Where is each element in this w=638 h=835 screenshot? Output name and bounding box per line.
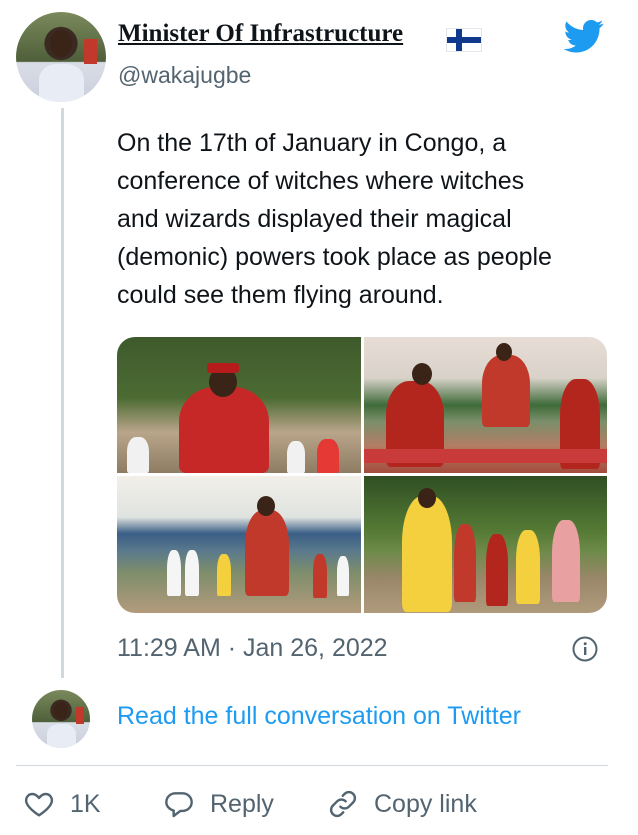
finland-flag-icon — [446, 28, 482, 52]
tweet-text-line: (demonic) powers took place as people — [117, 243, 552, 271]
read-full-conversation-link[interactable]: Read the full conversation on Twitter — [117, 702, 521, 731]
avatar-body — [46, 723, 76, 748]
twitter-bird-icon[interactable] — [560, 16, 608, 56]
copy-link-label: Copy link — [374, 789, 477, 818]
tweet-photo-1[interactable] — [117, 337, 361, 473]
author-name[interactable]: Minister Of Infrastructure — [118, 20, 403, 48]
author-avatar[interactable] — [16, 12, 106, 102]
divider — [16, 765, 608, 766]
tweet-text-line: conference of witches where witches — [117, 167, 525, 195]
avatar-accent — [84, 39, 97, 65]
reply-bubble-icon — [165, 792, 193, 818]
author-avatar-small[interactable] — [32, 690, 90, 748]
avatar-head — [50, 30, 72, 57]
tweet-photo-3[interactable] — [117, 476, 361, 613]
tweet-photo-2[interactable] — [364, 337, 607, 473]
tweet-text-line: and wizards displayed their magical — [117, 205, 512, 233]
link-icon — [329, 790, 357, 818]
reply-button[interactable]: Reply — [162, 786, 274, 822]
like-count: 1K — [70, 789, 101, 818]
tweet-text: On the 17th of January in Congo, a confe… — [117, 124, 617, 314]
media-grid — [117, 337, 607, 613]
reply-label: Reply — [210, 789, 274, 818]
like-button[interactable]: 1K — [22, 786, 101, 822]
tweet-text-line: On the 17th of January in Congo, a — [117, 129, 507, 157]
heart-icon — [24, 792, 54, 817]
copy-link-button[interactable]: Copy link — [326, 786, 477, 822]
info-icon[interactable] — [572, 636, 598, 662]
tweet-timestamp[interactable]: 11:29 AM · Jan 26, 2022 — [117, 634, 388, 663]
avatar-head — [54, 701, 68, 719]
author-handle[interactable]: @wakajugbe — [118, 62, 251, 89]
avatar-body — [38, 64, 84, 102]
avatar-accent — [76, 707, 85, 724]
thread-line — [61, 108, 64, 678]
tweet-text-line: could see them flying around. — [117, 281, 444, 309]
tweet-photo-4[interactable] — [364, 476, 607, 613]
